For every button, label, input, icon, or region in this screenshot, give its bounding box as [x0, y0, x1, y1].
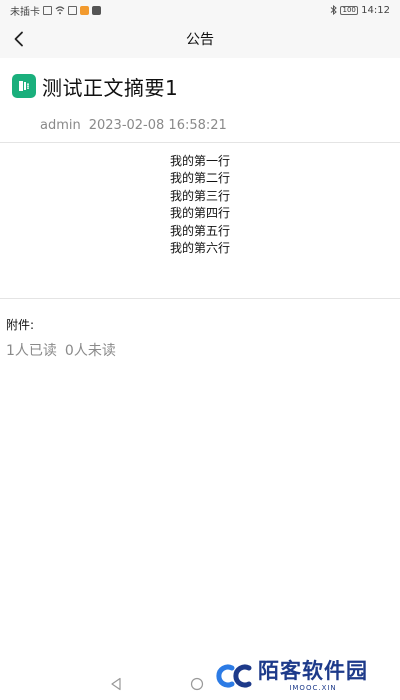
circle-home-icon	[190, 677, 204, 691]
back-button[interactable]	[6, 26, 32, 52]
nav-home-button[interactable]	[190, 676, 204, 695]
clock-time: 14:12	[361, 4, 390, 16]
carrier-text: 未插卡	[10, 6, 40, 18]
wifi-icon	[55, 5, 65, 14]
body-line: 我的第六行	[169, 241, 230, 256]
attachments-label: 附件:	[6, 318, 35, 332]
body-line: 我的第一行	[169, 154, 230, 168]
battery-level: 100	[342, 5, 356, 14]
app-notification-icon-2	[92, 5, 101, 15]
status-right: 100 14:12	[330, 5, 390, 16]
body-line: 我的第四行	[169, 206, 230, 221]
status-bar: 未插卡 100 14:12	[0, 0, 400, 20]
bluetooth-icon	[330, 5, 337, 15]
watermark-logo-icon	[216, 664, 252, 688]
watermark-name: 陌客软件园	[258, 658, 368, 683]
nav-back-button[interactable]	[110, 676, 122, 695]
notice-author: admin	[40, 118, 81, 133]
status-left: 未插卡	[10, 3, 101, 18]
sim-icon	[43, 5, 52, 15]
watermark-text: 陌客软件园 IMOOC.XIN	[258, 658, 368, 692]
app-notification-icon	[80, 5, 89, 15]
page-title: 公告	[186, 32, 214, 48]
app-header: 公告	[0, 20, 400, 58]
watermark-url: IMOOC.XIN	[289, 683, 337, 692]
watermark: 陌客软件园 IMOOC.XIN	[216, 652, 400, 700]
read-status: 1人已读 0人未读	[6, 340, 116, 360]
notice-meta: admin 2023-02-08 16:58:21	[40, 118, 227, 133]
body-line: 我的第五行	[169, 223, 230, 238]
notification-icon	[68, 5, 77, 15]
battery-icon: 100	[340, 5, 359, 15]
notice-body: 我的第一行 我的第二行 我的第三行 我的第四行 我的第五行 我的第六行	[0, 153, 400, 257]
divider	[0, 142, 400, 143]
notice-datetime: 2023-02-08 16:58:21	[88, 118, 227, 133]
body-line: 我的第二行	[169, 171, 230, 186]
divider	[0, 298, 400, 299]
read-count[interactable]: 1人已读	[6, 340, 57, 360]
megaphone-icon	[12, 74, 36, 98]
chevron-left-icon	[14, 31, 23, 47]
triangle-back-icon	[111, 677, 121, 691]
notice-title-row: 测试正文摘要1	[12, 70, 178, 102]
unread-count[interactable]: 0人未读	[65, 340, 116, 360]
body-line: 我的第三行	[169, 188, 230, 203]
notice-title: 测试正文摘要1	[42, 75, 179, 100]
